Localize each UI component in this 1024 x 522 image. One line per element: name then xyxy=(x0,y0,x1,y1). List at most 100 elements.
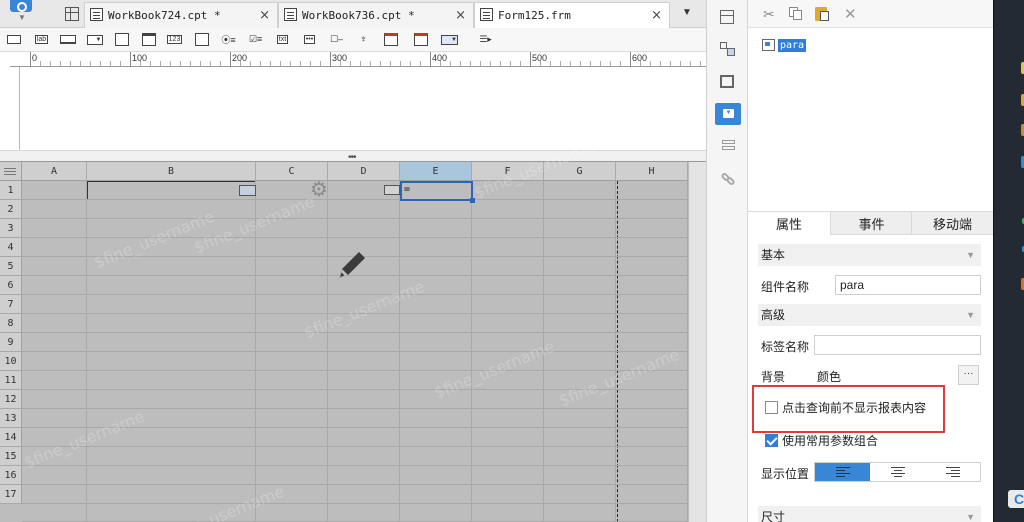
close-icon[interactable]: × xyxy=(455,8,466,23)
widget-tree-item-para[interactable]: para xyxy=(762,37,807,53)
column-header-b[interactable]: B xyxy=(87,162,256,181)
row-header-16[interactable]: 16 xyxy=(0,466,22,485)
row-header-9[interactable]: 9 xyxy=(0,333,22,352)
date-widget-icon[interactable] xyxy=(112,31,131,48)
tab-mobile[interactable]: 移动端 xyxy=(911,212,993,235)
tab-form125[interactable]: Form125.frm × xyxy=(474,2,670,28)
date-range-icon-2[interactable] xyxy=(411,31,430,48)
row-header-15[interactable]: 15 xyxy=(0,447,22,466)
ruler-number: 0 xyxy=(32,53,38,63)
tree-widget-icon[interactable]: ♆ xyxy=(354,31,373,48)
combo-widget-icon[interactable]: ▼ xyxy=(85,31,104,48)
column-header-d[interactable]: D xyxy=(328,162,400,181)
section-advanced-label: 高级 xyxy=(761,308,786,322)
column-header-h[interactable]: H xyxy=(616,162,688,181)
close-icon[interactable]: × xyxy=(651,8,662,23)
delete-icon[interactable]: ✕ xyxy=(844,5,857,23)
grid-column-line xyxy=(471,181,472,522)
password-icon[interactable]: ••• xyxy=(300,31,319,48)
form-canvas[interactable] xyxy=(21,67,706,150)
sheet-scrollbar[interactable] xyxy=(688,162,706,522)
column-header-e[interactable]: E xyxy=(400,162,472,181)
column-header-a[interactable]: A xyxy=(22,162,87,181)
tab-events[interactable]: 事件 xyxy=(830,212,912,235)
close-icon[interactable]: × xyxy=(259,8,270,23)
use-common-params-checkbox[interactable]: 使用常用参数组合 xyxy=(765,432,878,449)
tab-list-menu-icon[interactable]: ▼ xyxy=(682,7,692,18)
grid-row-line xyxy=(22,351,688,352)
tab-properties[interactable]: 属性 xyxy=(748,212,830,235)
frame-icon[interactable] xyxy=(719,73,737,91)
tab-workbook724[interactable]: WorkBook724.cpt * × xyxy=(84,2,278,28)
parameter-pane-icon[interactable]: ▼ xyxy=(715,103,741,125)
layout-icon[interactable] xyxy=(719,9,737,27)
section-size[interactable]: 尺寸 ▼ xyxy=(758,506,981,522)
no-display-before-query-checkbox[interactable]: 点击查询前不显示报表内容 xyxy=(765,399,926,416)
select-all-corner[interactable] xyxy=(0,162,22,181)
tag-name-input[interactable] xyxy=(814,335,981,355)
align-right-icon[interactable] xyxy=(925,463,980,481)
row-header-5[interactable]: 5 xyxy=(0,257,22,276)
app-logo-icon xyxy=(10,0,32,12)
cell-e1-selected[interactable]: = xyxy=(400,181,475,203)
checkbox-box-checked[interactable] xyxy=(765,434,778,447)
dropdown-tree-icon[interactable]: ▼ xyxy=(440,31,459,48)
pane-splitter[interactable]: ••• xyxy=(0,150,706,163)
text-widget-icon[interactable] xyxy=(4,31,23,48)
app-menu-button[interactable]: ▼ xyxy=(8,0,36,22)
grid-row-line xyxy=(22,370,688,371)
link-icon[interactable] xyxy=(719,170,737,188)
background-value[interactable]: 颜色 xyxy=(817,368,841,385)
number-widget-icon[interactable]: 123 xyxy=(165,31,184,48)
textarea-widget-text: txt xyxy=(276,35,289,44)
checkbox-group-icon[interactable]: ☑≡ xyxy=(246,31,265,48)
workbook-icon xyxy=(90,8,103,21)
cell-b1-widget[interactable] xyxy=(87,181,256,200)
row-header-8[interactable]: 8 xyxy=(0,314,22,333)
ruler-number: 500 xyxy=(532,53,548,63)
b1-widget-button[interactable] xyxy=(239,185,256,196)
new-template-icon[interactable] xyxy=(65,7,79,21)
widget-name-input[interactable]: para xyxy=(835,275,981,295)
grid-column-line xyxy=(399,181,400,522)
textarea-widget-icon[interactable] xyxy=(192,31,211,48)
checkbox-label: 点击查询前不显示报表内容 xyxy=(782,401,927,415)
list-widget-icon[interactable] xyxy=(719,138,737,156)
calendar-widget-icon[interactable] xyxy=(139,31,158,48)
radio-group-icon[interactable]: ⦿≡ xyxy=(219,31,238,48)
row-header-11[interactable]: 11 xyxy=(0,371,22,390)
display-position-group xyxy=(814,462,981,482)
ruler-number: 200 xyxy=(232,53,248,63)
checkbox-box[interactable] xyxy=(765,401,778,414)
row-header-14[interactable]: 14 xyxy=(0,428,22,447)
row-header-1[interactable]: 1 xyxy=(0,181,22,200)
d1-widget-button[interactable] xyxy=(384,185,400,195)
paste-icon[interactable] xyxy=(815,6,831,22)
widget-tree-icon[interactable] xyxy=(719,40,737,58)
row-header-13[interactable]: 13 xyxy=(0,409,22,428)
row-header-4[interactable]: 4 xyxy=(0,238,22,257)
text-area-icon[interactable]: txt xyxy=(273,31,292,48)
label-widget-icon[interactable]: lab xyxy=(32,31,51,48)
row-header-12[interactable]: 12 xyxy=(0,390,22,409)
date-range-icon[interactable] xyxy=(381,31,400,48)
section-basic[interactable]: 基本 ▼ xyxy=(758,244,981,266)
copy-icon[interactable] xyxy=(789,7,803,21)
section-advanced[interactable]: 高级 ▼ xyxy=(758,304,981,326)
ruler-tick xyxy=(630,52,631,67)
row-header-10[interactable]: 10 xyxy=(0,352,22,371)
more-widgets-icon[interactable]: ☰▸ xyxy=(476,31,495,48)
row-header-2[interactable]: 2 xyxy=(0,200,22,219)
row-header-7[interactable]: 7 xyxy=(0,295,22,314)
row-header-17[interactable]: 17 xyxy=(0,485,22,504)
row-header-3[interactable]: 3 xyxy=(0,219,22,238)
parameter-sheet[interactable]: A B C D E F G H 1 2 3 4 5 6 7 8 9 10 11 12 13 14 15 16 17 xyxy=(0,162,706,522)
row-header-6[interactable]: 6 xyxy=(0,276,22,295)
button-widget-icon[interactable] xyxy=(58,31,77,48)
background-more-button[interactable]: ··· xyxy=(958,365,979,385)
tab-workbook736[interactable]: WorkBook736.cpt * × xyxy=(278,2,474,28)
cut-icon[interactable]: ✂ xyxy=(763,6,775,23)
checkbox-icon[interactable]: ☐– xyxy=(327,31,346,48)
align-center-icon[interactable] xyxy=(870,463,925,481)
align-left-icon[interactable] xyxy=(815,463,870,481)
